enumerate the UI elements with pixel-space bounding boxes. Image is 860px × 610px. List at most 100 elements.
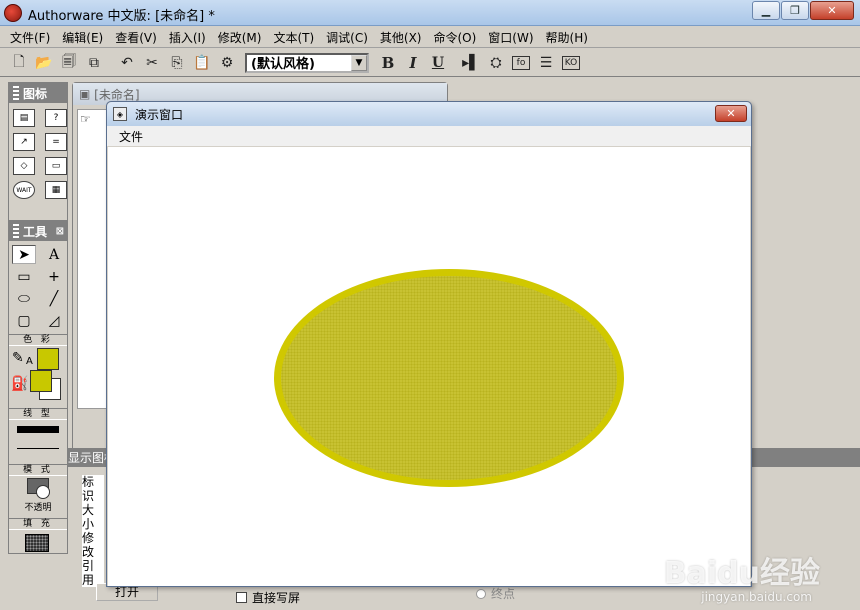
digital-movie-icon[interactable]: ▭ <box>45 157 67 175</box>
main-titlebar: Authorware 中文版: [未命名] * ▁ ❐ ✕ <box>0 0 860 26</box>
presentation-window-icon: ◈ <box>113 107 127 121</box>
flowline-title-text: [未命名] <box>94 87 140 102</box>
rectangle-tool[interactable]: ▭ <box>12 267 36 286</box>
text-tool[interactable]: A <box>42 245 66 264</box>
flowline-icon: ▣ <box>79 87 95 101</box>
grip-handle[interactable] <box>13 86 19 100</box>
presentation-title: 演示窗口 <box>135 107 184 122</box>
icon-palette-title-text: 图标 <box>23 86 48 101</box>
tools-title-text: 工具 <box>23 224 48 239</box>
icon-palette-grid: ▤ ? ↗ = ◇ ▭ WAIT ▦ <box>9 103 67 205</box>
endpoint-radio[interactable] <box>476 588 486 599</box>
menu-modify[interactable]: 修改(M) <box>212 29 268 46</box>
endpoint-label: 终点 <box>491 587 516 601</box>
menu-debug[interactable]: 调试(C) <box>320 29 374 46</box>
stroke-color-swatch[interactable] <box>37 348 59 370</box>
control-panel-icon[interactable]: ⛭ <box>485 52 507 74</box>
interaction-icon[interactable]: ? <box>45 109 67 127</box>
label-identifier: 标识 <box>82 475 95 503</box>
find-icon[interactable]: ⚙ <box>216 52 238 74</box>
motion-icon[interactable]: ↗ <box>13 133 35 151</box>
open-folder-icon[interactable]: 📂 <box>33 52 55 74</box>
cut-icon[interactable]: ✂ <box>141 52 163 74</box>
menu-window[interactable]: 窗口(W) <box>482 29 539 46</box>
text-style-value: (默认风格) <box>251 57 315 72</box>
tools-title: 工具 ⊠ <box>9 221 67 241</box>
copy-icon[interactable]: ⎘ <box>166 52 188 74</box>
erase-icon[interactable]: ◇ <box>13 157 35 175</box>
close-button[interactable]: ✕ <box>810 1 854 20</box>
baidu-watermark-url: jingyan.baidu.com <box>701 590 812 604</box>
menu-edit[interactable]: 编辑(E) <box>56 29 109 46</box>
sound-icon[interactable]: ▦ <box>45 181 67 199</box>
presentation-canvas[interactable] <box>108 147 750 586</box>
toolbar: 🗋 📂 🗐 ⧉ ↶ ✂ ⎘ 📋 ⚙ (默认风格) ▼ B I U ▸▌ ⛭ fo… <box>0 49 860 77</box>
tools-palette: 工具 ⊠ ➤ A ▭ + ⬭ ╱ ▢ ◿ 色 彩 ✎ A ⛽ 线 型 模 式 不… <box>8 220 68 554</box>
underline-button[interactable]: U <box>427 52 449 74</box>
presentation-close-button[interactable]: ✕ <box>715 105 747 122</box>
calculation-icon[interactable]: = <box>45 133 67 151</box>
endpoint-option[interactable]: 终点 <box>476 585 515 602</box>
mode-section[interactable]: 不透明 <box>9 478 67 518</box>
thin-line-sample[interactable] <box>17 448 59 449</box>
menu-insert[interactable]: 插入(I) <box>163 29 212 46</box>
polygon-tool[interactable]: ◿ <box>42 311 66 330</box>
menu-text[interactable]: 文本(T) <box>267 29 320 46</box>
bold-button[interactable]: B <box>377 52 399 74</box>
thick-line-sample[interactable] <box>17 426 59 433</box>
menu-view[interactable]: 查看(V) <box>109 29 163 46</box>
presentation-menu-file[interactable]: 文件 <box>119 128 143 145</box>
minimize-button[interactable]: ▁ <box>752 1 780 20</box>
run-icon[interactable]: ▸▌ <box>460 52 482 74</box>
restore-button[interactable]: ❐ <box>781 1 809 20</box>
new-file-icon[interactable]: 🗋 <box>8 52 30 74</box>
import-icon[interactable]: ⧉ <box>83 52 105 74</box>
wait-icon[interactable]: WAIT <box>13 181 35 199</box>
presentation-titlebar[interactable]: ◈ 演示窗口 ✕ <box>107 102 751 126</box>
chevron-down-icon[interactable]: ▼ <box>351 54 367 71</box>
paste-icon[interactable]: 📋 <box>191 52 213 74</box>
menu-help[interactable]: 帮助(H) <box>540 29 594 46</box>
window-controls: ▁ ❐ ✕ <box>751 1 854 20</box>
line-section-label: 线 型 <box>9 408 67 420</box>
close-icon[interactable]: ⊠ <box>56 226 64 237</box>
opaque-mode-icon <box>27 478 50 499</box>
direct-write-option[interactable]: 直接写屏 <box>236 589 300 606</box>
line-tool[interactable]: + <box>42 267 66 286</box>
ellipse-tool[interactable]: ⬭ <box>12 289 36 308</box>
knowledge-objects-button[interactable]: KO <box>560 52 582 74</box>
baidu-watermark: Baidu经验 <box>663 556 820 591</box>
fill-section[interactable] <box>9 530 67 556</box>
menu-other[interactable]: 其他(X) <box>374 29 428 46</box>
direct-write-checkbox[interactable] <box>236 592 247 603</box>
functions-button[interactable]: fo <box>510 52 532 74</box>
menu-command[interactable]: 命令(O) <box>427 29 482 46</box>
menu-file[interactable]: 文件(F) <box>4 29 56 46</box>
fill-section-label: 填 充 <box>9 518 67 530</box>
color-section: ✎ A ⛽ <box>9 346 67 400</box>
grip-handle[interactable] <box>13 224 19 238</box>
presentation-menubar: 文件 <box>107 126 751 146</box>
variables-icon[interactable]: ☰ <box>535 52 557 74</box>
label-size: 大小 <box>82 503 95 531</box>
rounded-rectangle-tool[interactable]: ▢ <box>12 311 36 330</box>
icon-palette-title: 图标 <box>9 83 67 103</box>
display-icon[interactable]: ▤ <box>13 109 35 127</box>
undo-icon[interactable]: ↶ <box>116 52 138 74</box>
fill-bucket-icon[interactable]: ⛽ <box>11 376 28 392</box>
text-style-select[interactable]: (默认风格) ▼ <box>245 52 369 73</box>
diagonal-line-tool[interactable]: ╱ <box>42 289 66 308</box>
color-section-label: 色 彩 <box>9 334 67 346</box>
tool-grid: ➤ A ▭ + ⬭ ╱ ▢ ◿ <box>9 241 67 334</box>
pencil-icon[interactable]: ✎ <box>12 350 24 366</box>
italic-button[interactable]: I <box>402 52 424 74</box>
yellow-ellipse[interactable] <box>274 269 624 487</box>
properties-labels: 标识 大小 修改 引用 <box>82 475 104 587</box>
direct-write-label: 直接写屏 <box>252 591 301 605</box>
save-all-icon[interactable]: 🗐 <box>58 52 80 74</box>
pointer-tool[interactable]: ➤ <box>12 245 36 264</box>
mode-value: 不透明 <box>24 503 52 513</box>
authorware-app-icon[interactable] <box>4 4 22 22</box>
foreground-color-swatch[interactable] <box>30 370 52 392</box>
flowline-area[interactable]: ☞ <box>77 109 107 409</box>
